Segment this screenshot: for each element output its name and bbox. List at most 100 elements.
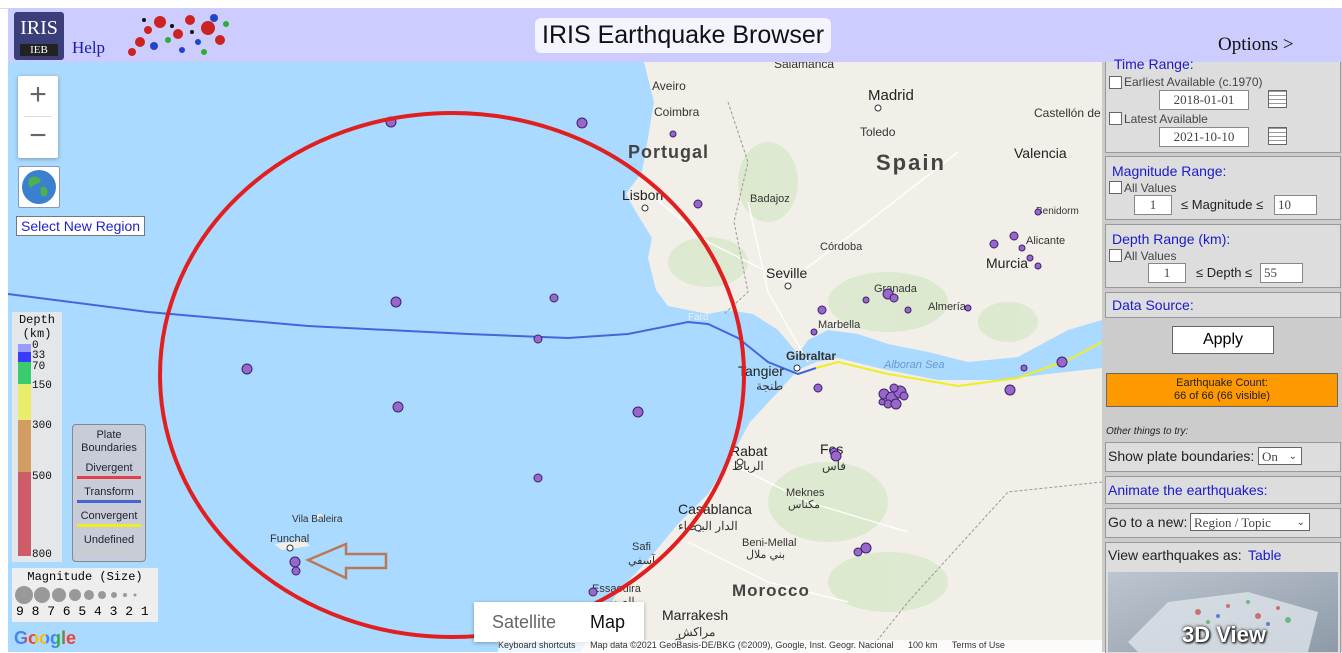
plate-legend-title: Plate Boundaries: [81, 429, 137, 454]
start-date-input[interactable]: 2018-01-01: [1159, 90, 1249, 110]
header-world-map-icon: [120, 12, 234, 60]
magnitude-range-panel: Magnitude Range: All Values 1 ≤ Magnitud…: [1105, 156, 1341, 220]
depth-legend-unit: (km): [22, 327, 52, 341]
count-value: 66 of 66 (66 visible): [1174, 390, 1270, 402]
magnitude-scale: 9 8 7 6 5 4 3 2 1: [16, 604, 149, 619]
3d-view-button[interactable]: 3D View: [1108, 572, 1338, 652]
options-button[interactable]: Options >: [1218, 34, 1294, 56]
earthquake-marker: [291, 566, 301, 576]
plate-legend-convergent: Convergent: [80, 510, 138, 522]
satellite-button[interactable]: Satellite: [492, 612, 556, 633]
map-label-coimbra: Coimbra: [654, 105, 700, 119]
depth-tick: 500: [32, 471, 52, 483]
latest-checkbox[interactable]: [1109, 112, 1122, 125]
zoom-in-button[interactable]: +: [18, 76, 58, 116]
earthquake-marker: [1004, 384, 1016, 396]
earliest-checkbox[interactable]: [1109, 76, 1122, 89]
map-label-tangier-ar: طنجة: [756, 379, 783, 393]
convergent-line: [77, 524, 141, 527]
google-logo: Google: [14, 628, 76, 648]
map-area[interactable]: Salamanca Madrid Aveiro Coimbra Castelló…: [8, 62, 1102, 652]
earthquake-marker: [390, 296, 402, 308]
depth-range-label: Depth Range (km):: [1112, 231, 1231, 247]
depth-tick: 70: [32, 361, 46, 373]
earthquake-marker: [1018, 244, 1026, 252]
goto-panel: Go to a new: Region / Topic ⌄: [1105, 508, 1341, 538]
map-label-benidorm: Benidorm: [1036, 206, 1079, 217]
map-label-marrakesh: Marrakesh: [662, 607, 728, 623]
depth-min-input[interactable]: 1: [1148, 263, 1186, 283]
depth-color-bar: [18, 344, 31, 556]
map-type-toggle: Satellite Map: [474, 602, 644, 642]
header-bar: IRIS IEB Help IRIS Earthquake Browser Op…: [8, 8, 1342, 62]
earthquake-marker: [862, 296, 870, 304]
data-source-label[interactable]: Data Source:: [1112, 297, 1194, 313]
magnitude-max-input[interactable]: 10: [1274, 195, 1317, 215]
map-label-almeria: Almería: [928, 301, 967, 313]
map-label-salamanca: Salamanca: [774, 62, 834, 71]
earthquake-marker: [588, 587, 598, 597]
map-label-marrakesh-ar: مراكش: [678, 625, 715, 639]
start-calendar-icon[interactable]: [1268, 90, 1287, 108]
earthquake-marker: [860, 542, 872, 554]
magnitude-all-checkbox[interactable]: [1109, 181, 1122, 194]
earthquake-marker: [817, 305, 827, 315]
plate-boundaries-select[interactable]: On ⌄: [1258, 447, 1302, 465]
earthquake-marker: [241, 363, 253, 375]
map-label-morocco: Morocco: [732, 581, 810, 600]
map-label-beni-mellal: Beni-Mellal: [742, 537, 796, 549]
keyboard-shortcuts-link[interactable]: Keyboard shortcuts: [498, 640, 576, 650]
earthquake-marker: [853, 547, 863, 557]
map-label-cordoba: Córdoba: [820, 241, 863, 253]
logo-text: IRIS: [20, 17, 58, 39]
depth-relation: ≤ Depth ≤: [1196, 265, 1253, 280]
plate-legend-transform: Transform: [84, 486, 134, 498]
data-source-panel: Data Source:: [1105, 292, 1341, 318]
magnitude-size-circles: [15, 586, 137, 604]
earthquake-marker: [989, 239, 999, 249]
goto-select[interactable]: Region / Topic ⌄: [1190, 513, 1310, 531]
view-as-label: View earthquakes as:: [1108, 547, 1242, 563]
earthquake-marker: [576, 117, 588, 129]
zoom-out-button[interactable]: −: [18, 117, 58, 157]
end-date-input[interactable]: 2021-10-10: [1159, 127, 1249, 147]
depth-all-label: All Values: [1124, 249, 1177, 263]
zoom-control: + −: [18, 76, 58, 158]
map-label-beni-mellal-ar: بني ملال: [746, 549, 785, 561]
chevron-down-icon: ⌄: [1288, 451, 1297, 462]
animate-link[interactable]: Animate the earthquakes:: [1108, 482, 1268, 498]
map-label-alboran: Alboran Sea: [883, 359, 945, 371]
map-label-rabat: Rabat: [730, 443, 767, 459]
map-button[interactable]: Map: [590, 612, 625, 633]
plate-legend-undefined: Undefined: [83, 534, 135, 546]
map-label-albufeira: Albufeira: [666, 290, 706, 301]
depth-all-checkbox[interactable]: [1109, 249, 1122, 262]
map-data-text: Map data ©2021 GeoBasis-DE/BKG (©2009), …: [590, 640, 894, 650]
earthquake-marker: [632, 406, 644, 418]
apply-button[interactable]: Apply: [1172, 326, 1274, 354]
iris-logo[interactable]: IRIS IEB: [14, 12, 64, 60]
globe-icon[interactable]: [18, 166, 60, 208]
earthquake-marker: [899, 391, 909, 401]
depth-legend: Depth (km) 0 33 70 150 300 500 800: [12, 312, 62, 562]
earliest-label: Earliest Available (c.1970): [1124, 75, 1263, 89]
map-canvas: Salamanca Madrid Aveiro Coimbra Castelló…: [8, 62, 1102, 652]
select-new-region-button[interactable]: Select New Region: [16, 216, 146, 236]
earthquake-marker: [533, 334, 543, 344]
terms-link[interactable]: Terms of Use: [952, 640, 1005, 650]
depth-max-input[interactable]: 55: [1260, 263, 1303, 283]
map-label-seville: Seville: [766, 265, 807, 281]
table-link[interactable]: Table: [1248, 547, 1281, 563]
end-calendar-icon[interactable]: [1268, 127, 1287, 145]
earthquake-marker: [904, 306, 912, 314]
magnitude-min-input[interactable]: 1: [1134, 195, 1172, 215]
help-link[interactable]: Help: [72, 38, 105, 58]
map-label-marbella: Marbella: [818, 319, 861, 331]
logo-sub: IEB: [20, 44, 58, 56]
earthquake-marker: [1009, 231, 1019, 241]
plate-select-value: On: [1262, 449, 1278, 464]
map-label-toledo: Toledo: [860, 125, 896, 139]
earthquake-marker: [1056, 356, 1068, 368]
depth-legend-title: Depth: [18, 313, 55, 327]
map-label-madrid: Madrid: [868, 87, 914, 104]
